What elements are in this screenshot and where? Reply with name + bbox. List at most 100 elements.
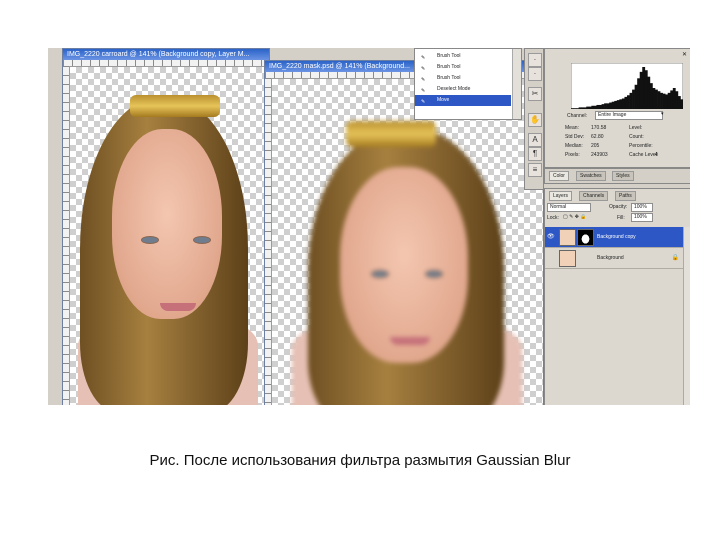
layer-thumbnail (559, 229, 576, 246)
tab-styles[interactable]: Styles (612, 171, 634, 181)
hair-bow (130, 95, 220, 117)
fill-input[interactable]: 100% (631, 213, 653, 222)
blurred-image (272, 79, 543, 405)
brush-icon: ✎ (421, 88, 426, 94)
tool-preset-label: Brush Tool (437, 64, 461, 70)
layers-scrollbar[interactable] (683, 227, 690, 405)
brush-icon: ✎ (421, 55, 426, 61)
tool-preset-item[interactable]: ✎ Move (415, 95, 511, 106)
histogram-bar (665, 94, 669, 109)
screenshot-frame: IMG_2220 carroard @ 141% (Background cop… (48, 48, 690, 405)
histogram-stat-value: 4 (655, 152, 658, 158)
histogram-close-icon[interactable]: ✕ (682, 51, 687, 58)
histogram-stat-value: 62.80 (591, 134, 604, 140)
text-icon[interactable]: A (528, 133, 542, 147)
histogram-bar (621, 98, 625, 109)
document-canvas-left[interactable] (70, 67, 269, 405)
tool-presets-scrollbar[interactable] (512, 49, 521, 119)
panel-dock-strip: · · ✂ ✋ A ¶ ≡ (524, 48, 544, 190)
tools-icon[interactable]: ✂ (528, 87, 542, 101)
tool-preset-item[interactable]: ✎ Deselect Mode (415, 84, 511, 95)
histogram-bar (599, 104, 602, 109)
tool-preset-item[interactable]: ✎ Brush Tool (415, 51, 511, 62)
histogram-bar (583, 107, 587, 109)
histogram-stat-value: 205 (591, 143, 600, 149)
opacity-label: Opacity: (609, 204, 628, 210)
tool-preset-label: Move (437, 97, 450, 103)
tab-channels[interactable]: Channels (579, 191, 609, 201)
lock-icon: 🔒 (671, 255, 679, 261)
face (112, 129, 222, 319)
opacity-input[interactable]: 100% (631, 203, 653, 212)
histogram-bar (652, 88, 656, 109)
histogram-graph (571, 63, 683, 109)
histogram-panel: ✕ Channel: Entire Image ▾ Mean: 170.58 Std… (544, 48, 690, 168)
tab-color[interactable]: Color (549, 171, 569, 181)
histogram-bar (662, 93, 666, 109)
document-canvas-right[interactable] (272, 79, 543, 405)
lock-label: Lock: (547, 215, 559, 221)
histogram-bar (670, 90, 674, 109)
visibility-eye-icon[interactable]: 👁 (547, 233, 555, 240)
document-window-left[interactable]: IMG_2220 carroard @ 141% (Background cop… (62, 48, 270, 405)
histogram-bar (644, 70, 648, 109)
histogram-bar (601, 104, 605, 109)
histogram-bar (576, 108, 579, 109)
hand-icon[interactable]: ✋ (528, 113, 542, 127)
tool-preset-item[interactable]: ✎ Brush Tool (415, 62, 511, 73)
histogram-bar (667, 92, 671, 109)
histogram-stat-label: Cache Level: (629, 152, 659, 158)
layer-mask-thumbnail[interactable] (577, 229, 594, 246)
histogram-bar (657, 91, 661, 109)
histogram-bar (632, 89, 635, 109)
histogram-bar (624, 96, 628, 109)
histogram-bar (609, 102, 613, 109)
histogram-bar (649, 83, 653, 109)
tab-paths[interactable]: Paths (615, 191, 636, 201)
tab-swatches[interactable]: Swatches (576, 171, 606, 181)
histogram-stat-value: 170.58 (591, 125, 607, 131)
histogram-stat-label: Mean: (565, 125, 579, 131)
vertical-ruler (265, 78, 272, 405)
dock-button-2[interactable]: · (528, 67, 542, 81)
tool-presets-panel: ✎ Brush Tool ✎ Brush Tool ✎ Brush Tool ✎ Desele… (414, 48, 522, 120)
tab-layers[interactable]: Layers (549, 191, 573, 201)
histogram-bar (581, 107, 585, 109)
brush-icon: ✎ (421, 99, 426, 105)
tool-preset-label: Brush Tool (437, 53, 461, 59)
tool-preset-item[interactable]: ✎ Brush Tool (415, 73, 511, 84)
histogram-stat-label: Median: (565, 143, 583, 149)
paragraph-icon[interactable]: ¶ (528, 147, 542, 161)
histogram-bar (672, 88, 676, 109)
lock-icons[interactable]: ▢ ✎ ✥ 🔒 (563, 214, 587, 220)
mouth (160, 303, 196, 311)
document-window-left-title: IMG_2220 carroard @ 141% (Background cop… (67, 51, 250, 58)
layer-name: Background (597, 255, 624, 261)
tool-preset-label: Brush Tool (437, 75, 461, 81)
document-window-left-titlebar[interactable]: IMG_2220 carroard @ 141% (Background cop… (63, 49, 269, 60)
histogram-bar (611, 101, 615, 109)
dock-button-1[interactable]: · (528, 53, 542, 67)
histogram-bar (596, 104, 600, 109)
histogram-bar (616, 100, 620, 109)
histogram-bar (634, 84, 638, 109)
blend-mode-select[interactable]: Normal (547, 203, 591, 212)
right-eye (194, 237, 210, 243)
color-panel: Color Swatches Styles (544, 168, 690, 184)
fill-label: Fill: (617, 215, 625, 221)
info-icon[interactable]: ≡ (528, 163, 542, 177)
layer-row[interactable]: Background 🔒 (545, 248, 683, 269)
layer-name: Background copy (597, 234, 636, 240)
chevron-down-icon: ▾ (661, 111, 664, 117)
histogram-bar (660, 92, 663, 109)
histogram-stat-label: Level: (629, 125, 643, 131)
layer-row[interactable]: 👁 Background copy (545, 227, 683, 248)
histogram-stat-label: Pixels: (565, 152, 580, 158)
right-eye (426, 271, 442, 277)
histogram-channel-label: Channel: (567, 113, 588, 119)
histogram-channel-select[interactable]: Entire Image (595, 111, 663, 120)
hair-bow (346, 121, 436, 147)
document-window-right-title: IMG_2220 mask.psd @ 141% (Background... (269, 63, 410, 70)
histogram-stat-label: Std Dev: (565, 134, 585, 140)
histogram-bar (642, 67, 646, 109)
